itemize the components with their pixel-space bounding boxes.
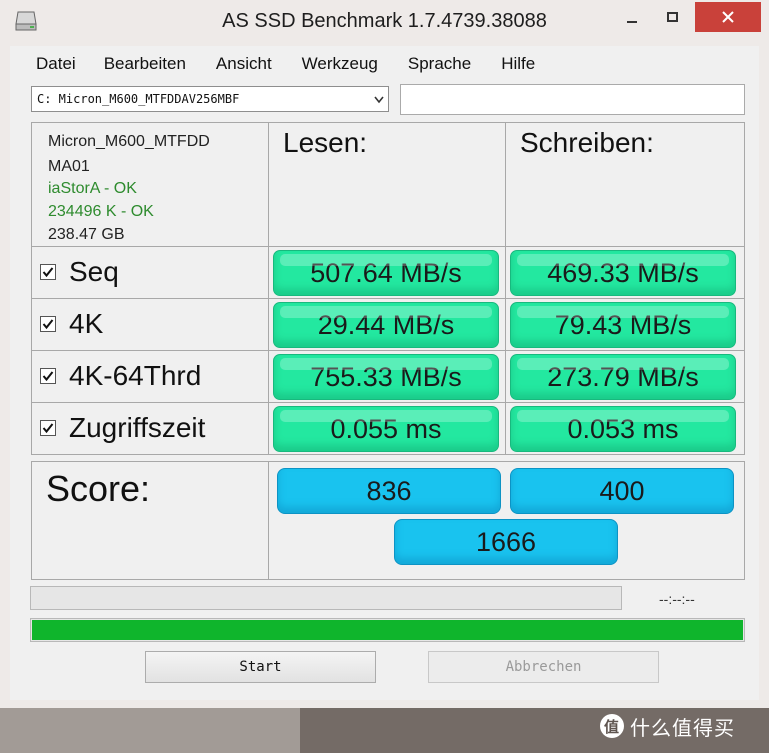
minimize-icon bbox=[627, 21, 637, 23]
drive-capacity: 238.47 GB bbox=[48, 226, 125, 243]
progress-fill bbox=[32, 620, 743, 640]
access-label: Zugriffszeit bbox=[69, 412, 206, 443]
chevron-down-icon bbox=[374, 96, 384, 104]
driver-status: iaStorA - OK bbox=[48, 180, 137, 197]
access-write-value: 0.053 ms bbox=[510, 406, 736, 452]
drive-select-value: C: Micron_M600_MTFDDAV256MBF bbox=[37, 92, 240, 106]
progress-bar-total bbox=[30, 618, 745, 642]
score-label-cell: Score: bbox=[31, 461, 269, 580]
maximize-icon bbox=[666, 12, 678, 22]
checkmark-icon bbox=[42, 423, 54, 434]
access-read-value: 0.055 ms bbox=[273, 406, 499, 452]
write-header-cell: Schreiben: bbox=[505, 122, 745, 247]
client-area: Datei Bearbeiten Ansicht Werkzeug Sprach… bbox=[10, 46, 759, 700]
4k-read-cell: 29.44 MB/s bbox=[268, 298, 506, 351]
seq-label-cell: Seq bbox=[31, 246, 269, 299]
4k-read-value: 29.44 MB/s bbox=[273, 302, 499, 348]
drive-model: Micron_M600_MTFDD bbox=[48, 133, 210, 150]
4k64-row-label[interactable]: 4K-64Thrd bbox=[40, 360, 201, 392]
seq-write-cell: 469.33 MB/s bbox=[505, 246, 745, 299]
seq-read-cell: 507.64 MB/s bbox=[268, 246, 506, 299]
watermark: 值 什么值得买 bbox=[600, 708, 735, 744]
menu-ansicht[interactable]: Ansicht bbox=[216, 52, 272, 76]
score-write: 400 bbox=[510, 468, 734, 514]
drive-info-field[interactable] bbox=[400, 84, 745, 115]
drive-info-cell: Micron_M600_MTFDD MA01 iaStorA - OK 2344… bbox=[31, 122, 269, 247]
app-window: AS SSD Benchmark 1.7.4739.38088 Datei Be… bbox=[0, 0, 769, 708]
seq-label: Seq bbox=[69, 256, 119, 287]
4k64-label: 4K-64Thrd bbox=[69, 360, 202, 391]
menu-datei[interactable]: Datei bbox=[36, 52, 76, 76]
minimize-button[interactable] bbox=[612, 2, 652, 32]
alignment-status: 234496 K - OK bbox=[48, 203, 154, 220]
menu-hilfe[interactable]: Hilfe bbox=[501, 52, 535, 76]
watermark-logo: 值 bbox=[600, 714, 624, 738]
start-button[interactable]: Start bbox=[145, 651, 376, 683]
4k-row-label[interactable]: 4K bbox=[40, 308, 103, 340]
menu-bar: Datei Bearbeiten Ansicht Werkzeug Sprach… bbox=[10, 52, 535, 76]
score-label: Score: bbox=[46, 468, 151, 509]
maximize-button[interactable] bbox=[652, 2, 692, 32]
menu-sprache[interactable]: Sprache bbox=[408, 52, 471, 76]
seq-row-label[interactable]: Seq bbox=[40, 256, 119, 288]
checkmark-icon bbox=[42, 371, 54, 382]
access-read-cell: 0.055 ms bbox=[268, 402, 506, 455]
watermark-text: 什么值得买 bbox=[630, 717, 735, 740]
4k64-label-cell: 4K-64Thrd bbox=[31, 350, 269, 403]
4k-checkbox[interactable] bbox=[40, 316, 56, 332]
menu-werkzeug[interactable]: Werkzeug bbox=[302, 52, 378, 76]
seq-checkbox[interactable] bbox=[40, 264, 56, 280]
4k64-read-value: 755.33 MB/s bbox=[273, 354, 499, 400]
write-header: Schreiben: bbox=[520, 127, 654, 158]
4k64-read-cell: 755.33 MB/s bbox=[268, 350, 506, 403]
access-write-cell: 0.053 ms bbox=[505, 402, 745, 455]
close-button[interactable] bbox=[695, 2, 761, 32]
checkmark-icon bbox=[42, 319, 54, 330]
4k-write-value: 79.43 MB/s bbox=[510, 302, 736, 348]
seq-read-value: 507.64 MB/s bbox=[273, 250, 499, 296]
progress-bar-current bbox=[30, 586, 622, 610]
checkmark-icon bbox=[42, 267, 54, 278]
4k64-write-cell: 273.79 MB/s bbox=[505, 350, 745, 403]
4k-label: 4K bbox=[69, 308, 104, 339]
close-icon bbox=[722, 11, 734, 23]
4k64-write-value: 273.79 MB/s bbox=[510, 354, 736, 400]
4k64-checkbox[interactable] bbox=[40, 368, 56, 384]
seq-write-value: 469.33 MB/s bbox=[510, 250, 736, 296]
read-header-cell: Lesen: bbox=[268, 122, 506, 247]
score-values-cell: 836 400 1666 bbox=[268, 461, 745, 580]
access-label-cell: Zugriffszeit bbox=[31, 402, 269, 455]
score-total: 1666 bbox=[394, 519, 618, 565]
abort-button[interactable]: Abbrechen bbox=[428, 651, 659, 683]
access-row-label[interactable]: Zugriffszeit bbox=[40, 412, 205, 444]
menu-bearbeiten[interactable]: Bearbeiten bbox=[104, 52, 186, 76]
score-read: 836 bbox=[277, 468, 501, 514]
4k-write-cell: 79.43 MB/s bbox=[505, 298, 745, 351]
elapsed-time: --:--:-- bbox=[659, 591, 695, 607]
4k-label-cell: 4K bbox=[31, 298, 269, 351]
drive-select[interactable]: C: Micron_M600_MTFDDAV256MBF bbox=[31, 86, 389, 112]
access-checkbox[interactable] bbox=[40, 420, 56, 436]
title-bar[interactable]: AS SSD Benchmark 1.7.4739.38088 bbox=[0, 0, 769, 46]
drive-firmware: MA01 bbox=[48, 158, 90, 175]
results-panel: Micron_M600_MTFDD MA01 iaStorA - OK 2344… bbox=[31, 122, 745, 580]
read-header: Lesen: bbox=[283, 127, 368, 158]
